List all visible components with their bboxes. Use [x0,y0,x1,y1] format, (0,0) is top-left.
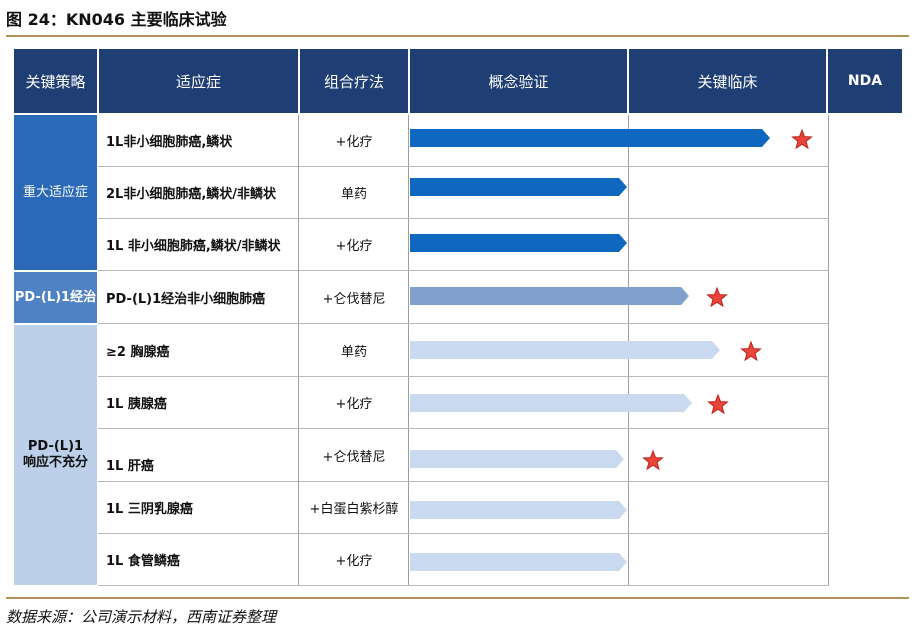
progress-arrow [410,501,627,519]
progress-arrow [410,287,689,305]
trial-table: 关键策略 适应症 组合疗法 概念验证 关键临床 NDA 重大适应症 PD-(L)… [0,0,915,636]
progress-arrow [410,553,627,571]
progress-bars [410,128,813,571]
star-icon [706,286,728,308]
source-note: 数据来源：公司演示材料，西南证券整理 [6,608,277,626]
progress-arrow [410,341,720,359]
star-icon [740,340,762,362]
progress-arrow [410,129,770,147]
bottom-rule [6,597,909,599]
progress-arrow [410,450,624,468]
star-icon [791,128,813,150]
progress-arrow [410,234,627,252]
star-icon [642,449,664,471]
star-icon [707,393,729,415]
progress-arrow [410,394,692,412]
progress-arrow [410,178,627,196]
